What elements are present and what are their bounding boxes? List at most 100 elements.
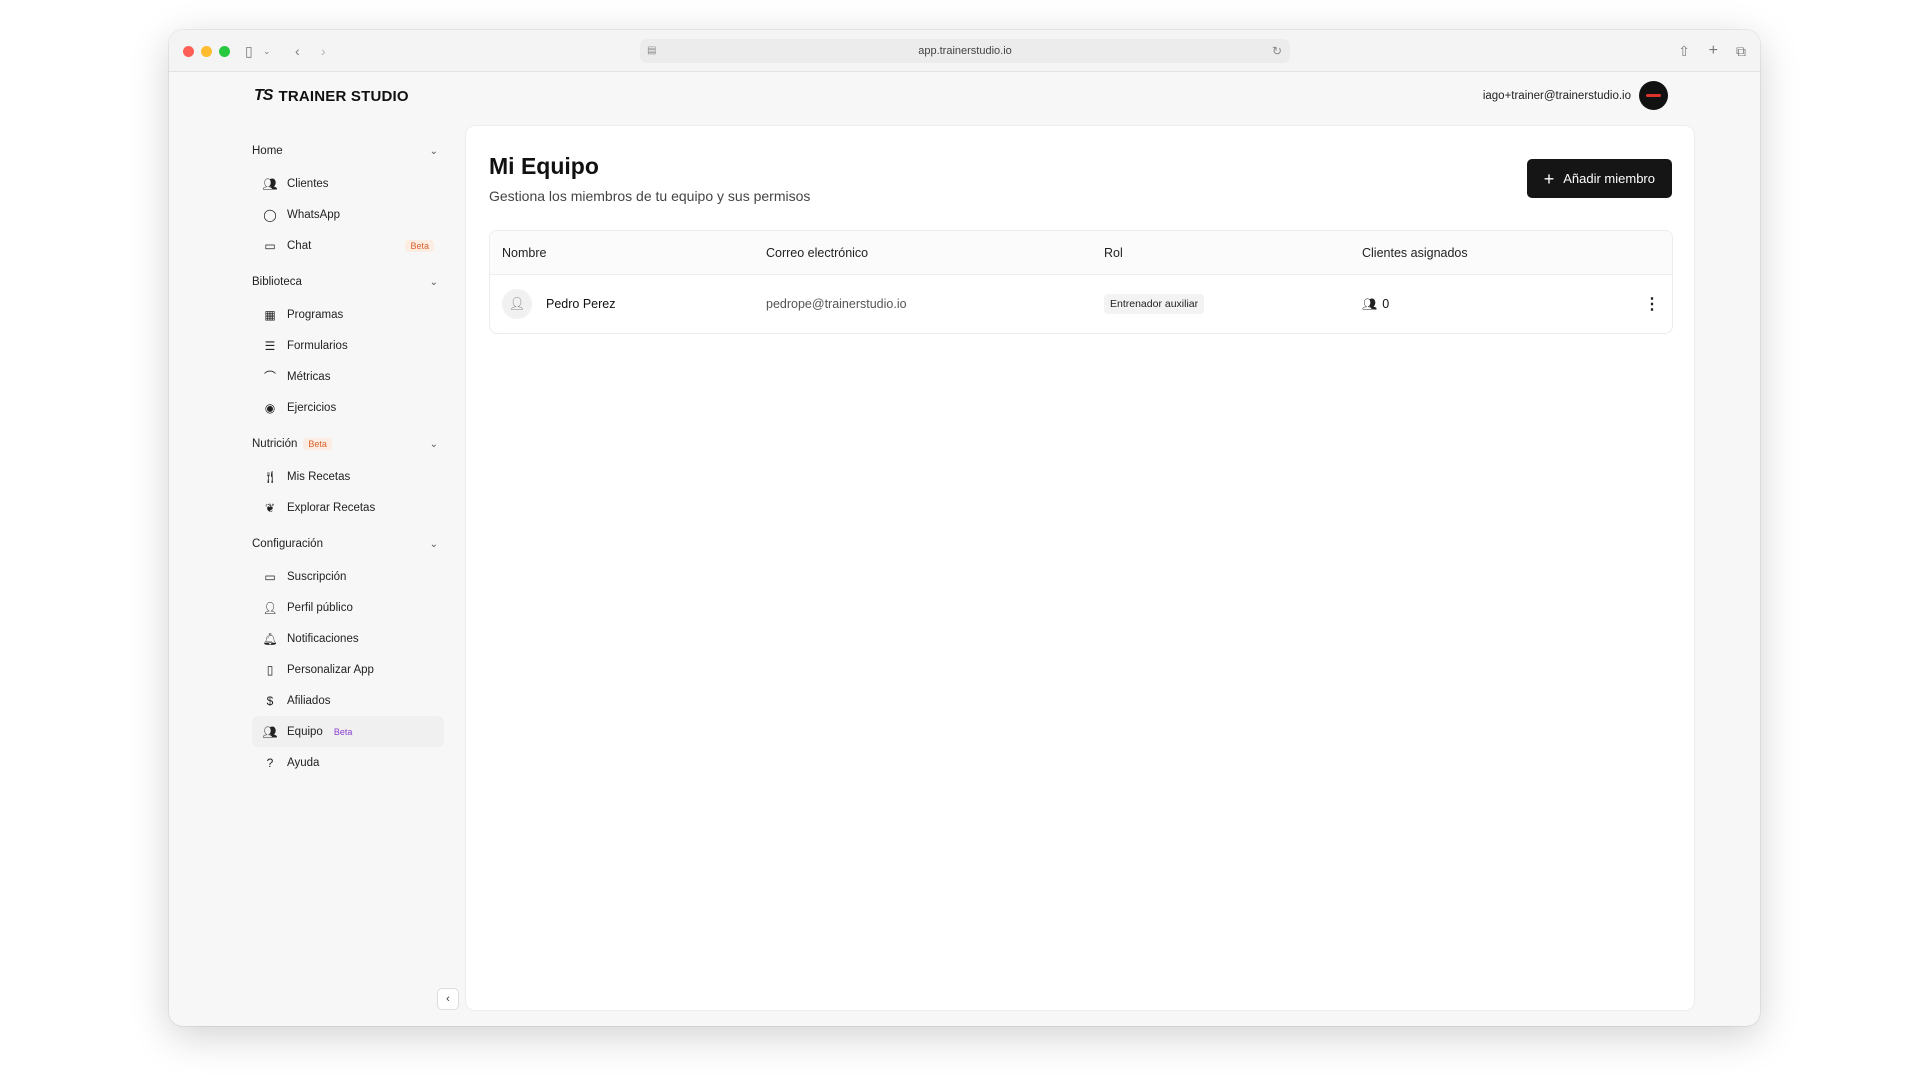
whatsapp-icon: ◯ <box>263 207 277 222</box>
sidebar-item-label: Chat <box>287 239 312 252</box>
chevron-down-icon[interactable]: ⌄ <box>263 42 271 60</box>
cell-correo: pedrope@trainerstudio.io <box>766 295 1104 313</box>
chevron-down-icon: ⌄ <box>429 438 438 450</box>
sidebar-item-perfil-publico[interactable]: 👤︎ Perfil público <box>252 592 444 623</box>
sidebar-item-clientes[interactable]: 👥︎ Clientes <box>252 168 444 199</box>
address-bar[interactable]: ▤ app.trainerstudio.io ↻ <box>640 39 1290 63</box>
sidebar-item-label: Programas <box>287 308 344 321</box>
column-header-nombre: Nombre <box>502 245 547 260</box>
share-icon[interactable]: ⇧ <box>1678 42 1690 60</box>
calendar-icon: ▦ <box>264 307 276 322</box>
sidebar-section-biblioteca: Biblioteca ⌄ ▦ Programas ☰ Formularios ⌒… <box>252 271 444 423</box>
sidebar-toggle-icon[interactable]: ▯ <box>245 42 253 60</box>
sidebar-item-whatsapp[interactable]: ◯ WhatsApp <box>252 199 444 230</box>
beta-badge: Beta <box>303 438 332 450</box>
page-settings-icon[interactable]: ▤ <box>647 39 656 63</box>
cell-actions: ⋮ <box>1632 294 1672 314</box>
beta-badge: Beta <box>333 726 353 737</box>
tabs-overview-icon[interactable]: ⧉ <box>1736 42 1746 60</box>
section-title: Nutrición <box>252 438 298 450</box>
plus-icon: + <box>1543 168 1555 189</box>
column-header-rol: Rol <box>1104 245 1123 260</box>
member-email: pedrope@trainerstudio.io <box>766 297 907 311</box>
user-icon: 👤︎ <box>262 600 278 615</box>
account-menu[interactable]: iago+trainer@trainerstudio.io <box>1483 81 1668 110</box>
chevron-down-icon: ⌄ <box>429 276 438 288</box>
more-options-icon[interactable]: ⋮ <box>1644 296 1660 313</box>
utensils-icon: 🍴︎ <box>262 469 278 484</box>
chevron-down-icon: ⌄ <box>429 538 438 550</box>
main-panel: Mi Equipo Gestiona los miembros de tu eq… <box>465 125 1695 1011</box>
sidebar: Home ⌄ 👥︎ Clientes ◯ WhatsApp ▭ Chat Bet… <box>252 140 444 788</box>
sidebar-item-label: Afiliados <box>287 694 331 707</box>
sidebar-item-personalizar-app[interactable]: ▯ Personalizar App <box>252 654 444 685</box>
sidebar-item-label: Notificaciones <box>287 632 359 645</box>
sidebar-item-label: Equipo <box>287 725 323 738</box>
sidebar-item-programas[interactable]: ▦ Programas <box>252 299 444 330</box>
reload-icon[interactable]: ↻ <box>1272 39 1282 63</box>
section-toggle-biblioteca[interactable]: Biblioteca ⌄ <box>252 271 444 293</box>
forward-icon[interactable]: › <box>321 42 326 60</box>
dollar-icon: $ <box>266 693 274 708</box>
sidebar-item-label: Perfil público <box>287 601 353 614</box>
sidebar-section-nutricion: Nutrición Beta ⌄ 🍴︎ Mis Recetas ❦ Explor… <box>252 433 444 523</box>
cell-clientes: 👥︎ 0 <box>1362 297 1632 311</box>
page-title: Mi Equipo <box>489 153 599 179</box>
sidebar-item-label: Ejercicios <box>287 401 337 414</box>
add-member-button[interactable]: + Añadir miembro <box>1526 159 1672 198</box>
chevron-left-icon: ‹ <box>446 993 450 1005</box>
back-icon[interactable]: ‹ <box>295 42 300 60</box>
sidebar-item-label: Formularios <box>287 339 348 352</box>
sidebar-section-home: Home ⌄ 👥︎ Clientes ◯ WhatsApp ▭ Chat Bet… <box>252 140 444 261</box>
column-header-clientes: Clientes asignados <box>1362 245 1468 260</box>
app-logo[interactable]: TS TRAINER STUDIO <box>254 87 409 105</box>
users-icon: 👥︎ <box>1362 297 1378 311</box>
role-badge: Entrenador auxiliar <box>1104 294 1205 314</box>
close-window-button[interactable] <box>183 46 194 57</box>
sidebar-item-label: WhatsApp <box>287 208 341 221</box>
sidebar-item-ejercicios[interactable]: ◉ Ejercicios <box>252 392 444 423</box>
section-title: Biblioteca <box>252 276 302 288</box>
sidebar-item-equipo[interactable]: 👥︎ Equipo Beta <box>252 716 444 747</box>
sidebar-item-formularios[interactable]: ☰ Formularios <box>252 330 444 361</box>
bell-icon: 🔔︎ <box>262 631 278 646</box>
section-toggle-nutricion[interactable]: Nutrición Beta ⌄ <box>252 433 444 455</box>
page-subtitle: Gestiona los miembros de tu equipo y sus… <box>489 188 811 204</box>
sidebar-item-label: Mis Recetas <box>287 470 351 483</box>
chart-icon: ⌒ <box>263 370 276 384</box>
url-text: app.trainerstudio.io <box>918 45 1012 57</box>
sidebar-item-explorar-recetas[interactable]: ❦ Explorar Recetas <box>252 492 444 523</box>
sidebar-section-configuracion: Configuración ⌄ ▭ Suscripción 👤︎ Perfil … <box>252 533 444 778</box>
sidebar-item-label: Ayuda <box>287 756 320 769</box>
table-row[interactable]: 👤︎ Pedro Perez pedrope@trainerstudio.io … <box>490 275 1672 333</box>
users-icon: 👥︎ <box>262 176 278 191</box>
help-icon: ? <box>266 755 274 770</box>
sidebar-item-notificaciones[interactable]: 🔔︎ Notificaciones <box>252 623 444 654</box>
member-name: Pedro Perez <box>546 297 616 311</box>
sidebar-item-label: Métricas <box>287 370 331 383</box>
sidebar-item-chat[interactable]: ▭ Chat Beta <box>252 230 444 261</box>
cell-nombre: 👤︎ Pedro Perez <box>490 289 766 319</box>
table-header: Nombre Correo electrónico Rol Clientes a… <box>490 231 1672 275</box>
sidebar-item-label: Personalizar App <box>287 663 374 676</box>
maximize-window-button[interactable] <box>219 46 230 57</box>
avatar[interactable] <box>1639 81 1668 110</box>
sidebar-item-ayuda[interactable]: ? Ayuda <box>252 747 444 778</box>
sidebar-item-suscripcion[interactable]: ▭ Suscripción <box>252 561 444 592</box>
browser-toolbar: ▯ ⌄ ‹ › ▤ app.trainerstudio.io ↻ ⇧ + ⧉ <box>169 30 1760 72</box>
logo-text: TRAINER STUDIO <box>278 87 409 105</box>
sidebar-item-metricas[interactable]: ⌒ Métricas <box>252 361 444 392</box>
sidebar-item-mis-recetas[interactable]: 🍴︎ Mis Recetas <box>252 461 444 492</box>
minimize-window-button[interactable] <box>201 46 212 57</box>
account-email: iago+trainer@trainerstudio.io <box>1482 89 1631 102</box>
sidebar-item-afiliados[interactable]: $ Afiliados <box>252 685 444 716</box>
user-avatar-icon: 👤︎ <box>502 289 532 319</box>
salad-icon: ❦ <box>264 500 276 515</box>
section-toggle-configuracion[interactable]: Configuración ⌄ <box>252 533 444 555</box>
section-toggle-home[interactable]: Home ⌄ <box>252 140 444 162</box>
chat-icon: ▭ <box>264 238 276 253</box>
new-tab-icon[interactable]: + <box>1709 42 1718 60</box>
collapse-sidebar-button[interactable]: ‹ <box>437 988 459 1010</box>
section-title: Home <box>252 145 283 157</box>
chevron-down-icon: ⌄ <box>429 145 438 157</box>
